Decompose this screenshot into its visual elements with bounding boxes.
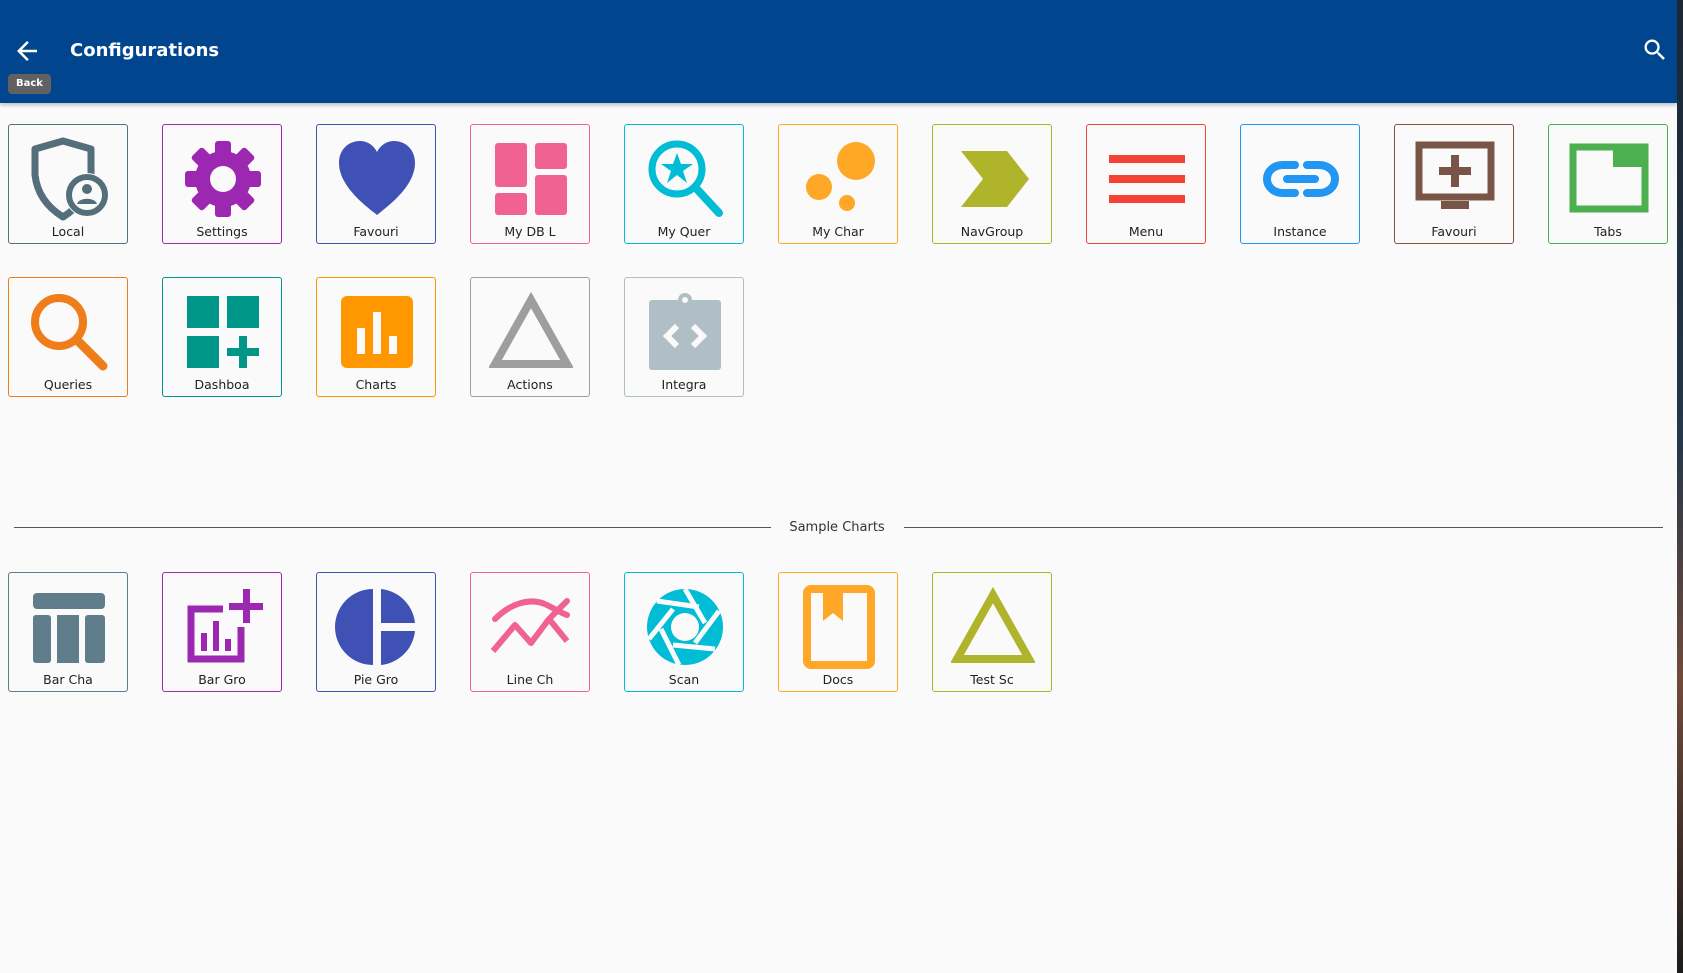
camera-shutter-icon [647,587,723,667]
dashboard-add-icon [187,296,259,368]
top-app-bar: Back Configurations [0,0,1677,103]
tile-label: Menu [1128,224,1164,239]
bar-chart-icon [341,296,413,368]
tile-label: Favouri [1431,224,1477,239]
window-edge [1677,0,1683,973]
app-window: Back Configurations Local Settings Favou… [0,0,1677,973]
tile-label: Queries [43,377,93,392]
tile-my-queries[interactable]: My Quer [624,124,744,244]
section-title: Sample Charts [789,520,885,535]
pie-chart-icon [335,589,415,665]
tile-favourites[interactable]: Favouri [316,124,436,244]
back-tooltip: Back [8,74,51,94]
tile-docs-sample[interactable]: Docs [778,572,898,692]
chevron-shape-icon [961,151,1029,207]
tile-line-chart-sample[interactable]: Line Ch [470,572,590,692]
tile-label: Actions [507,377,553,392]
tile-queries[interactable]: Queries [8,277,128,397]
tile-label: Instance [1273,224,1327,239]
tile-charts[interactable]: Charts [316,277,436,397]
tile-settings[interactable]: Settings [162,124,282,244]
triangle-icon [951,586,1035,663]
tile-dashboards[interactable]: Dashboa [162,277,282,397]
table-chart-icon [33,593,105,663]
tile-label: My Char [812,224,864,239]
tile-bar-chart-sample[interactable]: Bar Cha [8,572,128,692]
add-chart-icon [187,589,263,663]
triangle-icon [489,291,573,368]
tile-label: Charts [355,377,397,392]
menu-icon [1109,155,1185,203]
search-button[interactable] [1641,36,1669,64]
tile-label: Local [51,224,85,239]
tile-menu[interactable]: Menu [1086,124,1206,244]
shield-user-icon [31,137,109,221]
tile-label: Scan [668,672,700,687]
page-title: Configurations [70,40,220,61]
dashboard-layout-icon [495,143,567,215]
tile-pie-group-sample[interactable]: Pie Gro [316,572,436,692]
tile-label: Favouri [353,224,399,239]
back-button[interactable] [12,36,42,66]
code-clipboard-icon [649,293,721,370]
tile-integrations[interactable]: Integra [624,277,744,397]
tab-icon [1569,143,1649,213]
search-star-icon [648,140,723,217]
tile-label: Tabs [1594,224,1622,239]
line-chart-icon [490,598,570,653]
tile-label: Bar Cha [43,672,93,687]
tile-label: Docs [822,672,854,687]
tile-label: NavGroup [960,224,1024,239]
tile-label: Pie Gro [353,672,399,687]
book-bookmark-icon [803,585,875,669]
tile-scan-sample[interactable]: Scan [624,572,744,692]
tile-label: Bar Gro [198,672,246,687]
gear-icon [185,141,261,217]
search-icon [31,294,108,371]
section-divider-left [14,527,771,528]
tile-bar-group-sample[interactable]: Bar Gro [162,572,282,692]
section-divider-right [904,527,1663,528]
search-icon [1644,39,1665,60]
tile-actions[interactable]: Actions [470,277,590,397]
tile-test-screen-sample[interactable]: Test Sc [932,572,1052,692]
tile-label: Line Ch [506,672,554,687]
tile-instance[interactable]: Instance [1240,124,1360,244]
arrow-back-icon [17,41,37,61]
tile-label: Settings [196,224,248,239]
tile-favourites-2[interactable]: Favouri [1394,124,1514,244]
tile-label: Dashboa [194,377,250,392]
tile-my-db-layouts[interactable]: My DB L [470,124,590,244]
tile-local[interactable]: Local [8,124,128,244]
heart-icon [339,141,415,215]
tile-label: My DB L [504,224,556,239]
link-icon [1262,161,1340,197]
bubble-chart-icon [806,142,875,211]
tile-label: My Quer [657,224,711,239]
tile-tabs[interactable]: Tabs [1548,124,1668,244]
tile-navgroup[interactable]: NavGroup [932,124,1052,244]
tile-label: Integra [661,377,707,392]
add-to-queue-icon [1415,141,1495,209]
tile-label: Test Sc [970,672,1014,687]
tile-my-charts[interactable]: My Char [778,124,898,244]
